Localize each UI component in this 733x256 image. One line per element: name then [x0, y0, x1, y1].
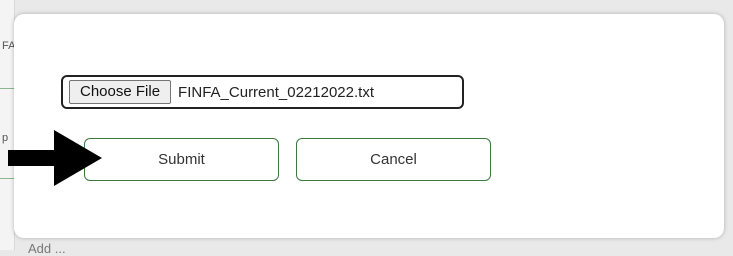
- background-bottom-text: Add ...: [28, 241, 66, 256]
- background-page-edge: FA p: [0, 0, 15, 250]
- cancel-button[interactable]: Cancel: [296, 138, 491, 181]
- arrow-right-icon: [8, 130, 102, 186]
- file-input[interactable]: Choose File FINFA_Current_02212022.txt: [61, 75, 464, 109]
- choose-file-button[interactable]: Choose File: [69, 80, 172, 104]
- upload-dialog: Choose File FINFA_Current_02212022.txt S…: [14, 14, 724, 238]
- selected-file-name: FINFA_Current_02212022.txt: [178, 83, 374, 101]
- background-divider: [0, 88, 14, 89]
- submit-button[interactable]: Submit: [84, 138, 279, 181]
